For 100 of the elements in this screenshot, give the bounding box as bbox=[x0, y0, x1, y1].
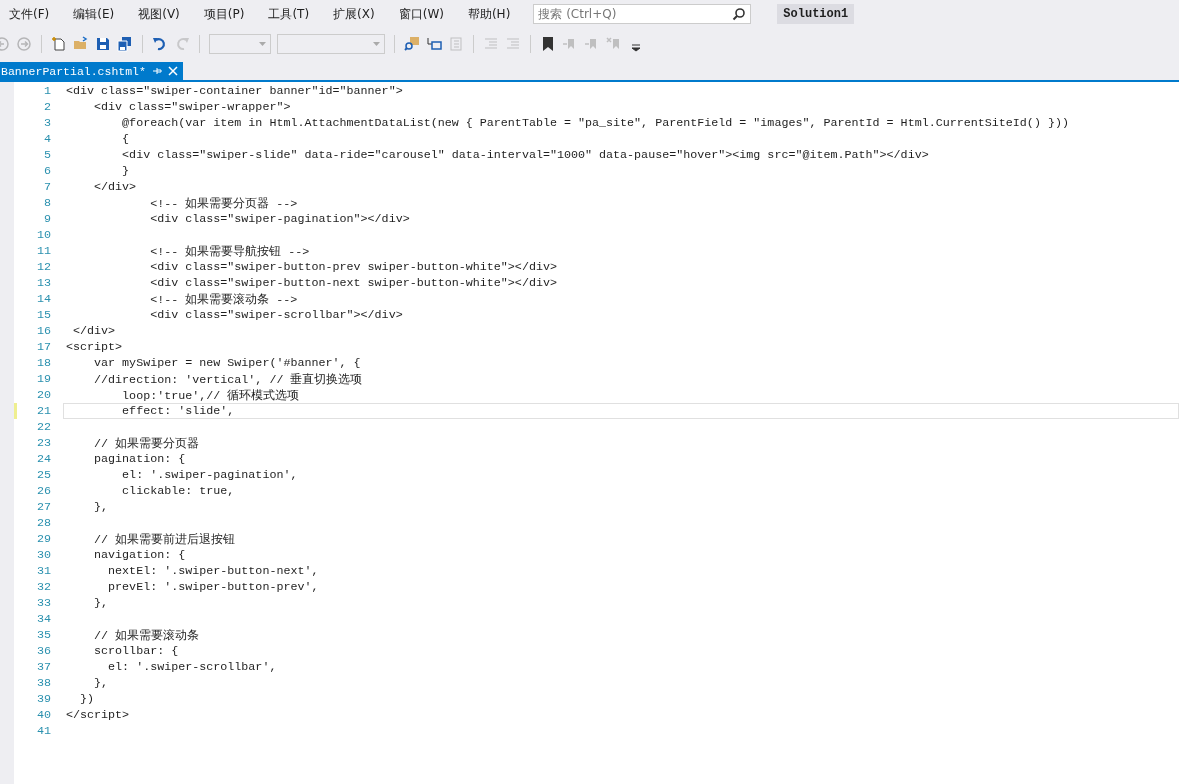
code-line: <script> bbox=[66, 340, 123, 354]
line-number: 39 bbox=[35, 692, 52, 706]
menu-item[interactable]: 文件(F) bbox=[2, 5, 57, 23]
tab-label: BannerPartial.cshtml* bbox=[1, 64, 146, 78]
caret-icon bbox=[259, 42, 266, 46]
code-line: }, bbox=[93, 676, 109, 690]
code-line: </div> bbox=[93, 180, 137, 194]
code-line: <!-- 如果需要滚动条 --> bbox=[149, 291, 298, 307]
line-number: 2 bbox=[43, 100, 52, 114]
menu-item[interactable]: 编辑(E) bbox=[66, 5, 122, 23]
code-line: <div class="swiper-slide" data-ride="carousel" data-interval="1000" data-pause="hover"><img src="@item.Path"></div> bbox=[121, 148, 929, 162]
menu-item[interactable]: 视图(V) bbox=[131, 5, 187, 23]
code-editor[interactable] bbox=[14, 82, 1179, 784]
line-number: 6 bbox=[43, 164, 52, 178]
line-number: 3 bbox=[43, 116, 52, 130]
line-number: 14 bbox=[35, 292, 52, 306]
line-number: 37 bbox=[35, 660, 52, 674]
code-line: navigation: { bbox=[93, 548, 186, 562]
pin-icon[interactable] bbox=[151, 66, 162, 76]
line-number: 32 bbox=[35, 580, 52, 594]
menu-item[interactable]: 工具(T) bbox=[261, 5, 317, 23]
line-number: 28 bbox=[35, 516, 52, 530]
code-line: } bbox=[121, 164, 130, 178]
code-line: // 如果需要滚动条 bbox=[93, 627, 200, 643]
line-number: 19 bbox=[35, 372, 52, 386]
line-number: 10 bbox=[35, 228, 52, 242]
search-icon bbox=[732, 7, 747, 21]
code-line: </script> bbox=[66, 708, 130, 722]
code-line: el: '.swiper-pagination', bbox=[121, 468, 298, 482]
line-number: 12 bbox=[35, 260, 52, 274]
code-line: <!-- 如果需要分页器 --> bbox=[149, 195, 298, 211]
new-file-icon[interactable] bbox=[51, 36, 67, 52]
line-number: 4 bbox=[43, 132, 52, 146]
line-number: 26 bbox=[35, 484, 52, 498]
code-line: el: '.swiper-scrollbar', bbox=[107, 660, 277, 674]
menu-item[interactable]: 项目(P) bbox=[196, 5, 252, 23]
line-number: 7 bbox=[43, 180, 52, 194]
line-number: 36 bbox=[35, 644, 52, 658]
code-line: <div class="swiper-button-prev swiper-button-white"></div> bbox=[149, 260, 557, 274]
code-line: prevEl: '.swiper-button-prev', bbox=[107, 580, 319, 594]
line-number: 22 bbox=[35, 420, 52, 434]
code-line: effect: 'slide', bbox=[121, 404, 235, 418]
code-line: // 如果需要前进后退按钮 bbox=[93, 531, 236, 547]
line-number: 33 bbox=[35, 596, 52, 610]
code-line: <div class="swiper-container banner"id="banner"> bbox=[66, 84, 403, 98]
line-number: 20 bbox=[35, 388, 52, 402]
line-number: 5 bbox=[43, 148, 52, 162]
solution-name: Solution1 bbox=[777, 4, 855, 24]
code-line: { bbox=[121, 132, 130, 146]
code-line: }) bbox=[79, 692, 95, 706]
line-number: 13 bbox=[35, 276, 52, 290]
line-number: 34 bbox=[35, 612, 52, 626]
line-number: 30 bbox=[35, 548, 52, 562]
line-number: 25 bbox=[35, 468, 52, 482]
find-icon[interactable] bbox=[404, 36, 420, 52]
code-line: nextEl: '.swiper-button-next', bbox=[107, 564, 319, 578]
line-number: 15 bbox=[35, 308, 52, 322]
code-line: clickable: true, bbox=[121, 484, 235, 498]
line-number: 21 bbox=[35, 404, 52, 418]
line-number: 9 bbox=[43, 212, 52, 226]
menu-item[interactable]: 窗口(W) bbox=[391, 5, 451, 23]
line-number: 1 bbox=[43, 84, 52, 98]
code-line: scrollbar: { bbox=[93, 644, 179, 658]
line-number: 40 bbox=[35, 708, 52, 722]
folder-icon[interactable] bbox=[73, 36, 89, 52]
line-number: 29 bbox=[35, 532, 52, 546]
save-all-icon[interactable] bbox=[117, 36, 133, 52]
line-number: 23 bbox=[35, 436, 52, 450]
search-field[interactable]: 搜索 (Ctrl+Q) bbox=[533, 4, 752, 24]
code-line: pagination: { bbox=[93, 452, 186, 466]
line-number: 27 bbox=[35, 500, 52, 514]
code-line: </div> bbox=[72, 324, 116, 338]
code-line: @foreach(var item in Html.AttachmentDataList(new { ParentTable = "pa_site", ParentField = "images", ParentId = Html.CurrentSiteId() })) bbox=[121, 116, 1069, 130]
close-icon[interactable] bbox=[167, 66, 178, 76]
code-line: // 如果需要分页器 bbox=[93, 435, 200, 451]
save-icon[interactable] bbox=[95, 36, 111, 52]
line-number: 17 bbox=[35, 340, 52, 354]
line-number: 38 bbox=[35, 676, 52, 690]
document-tab[interactable]: BannerPartial.cshtml* bbox=[0, 62, 183, 80]
bookmark-icon[interactable] bbox=[540, 36, 556, 52]
code-line: <div class="swiper-pagination"></div> bbox=[149, 212, 410, 226]
select-icon[interactable] bbox=[426, 36, 442, 52]
code-line: }, bbox=[93, 596, 109, 610]
line-number: 41 bbox=[35, 724, 52, 738]
undo-icon[interactable] bbox=[152, 36, 168, 52]
code-line: <!-- 如果需要导航按钮 --> bbox=[149, 243, 310, 259]
line-number: 31 bbox=[35, 564, 52, 578]
code-line: <div class="swiper-scrollbar"></div> bbox=[149, 308, 403, 322]
line-number: 24 bbox=[35, 452, 52, 466]
menu-item[interactable]: 扩展(X) bbox=[326, 5, 382, 23]
code-line: }, bbox=[93, 500, 109, 514]
menu-item[interactable]: 帮助(H) bbox=[460, 5, 518, 23]
line-number: 18 bbox=[35, 356, 52, 370]
caret-icon bbox=[373, 42, 380, 46]
line-number: 16 bbox=[35, 324, 52, 338]
code-line: <div class="swiper-button-next swiper-button-white"></div> bbox=[149, 276, 557, 290]
line-number: 35 bbox=[35, 628, 52, 642]
code-line: var mySwiper = new Swiper('#banner', { bbox=[93, 356, 361, 370]
code-line: //direction: 'vertical', // 垂直切换选项 bbox=[93, 371, 363, 387]
line-number: 11 bbox=[35, 244, 52, 258]
